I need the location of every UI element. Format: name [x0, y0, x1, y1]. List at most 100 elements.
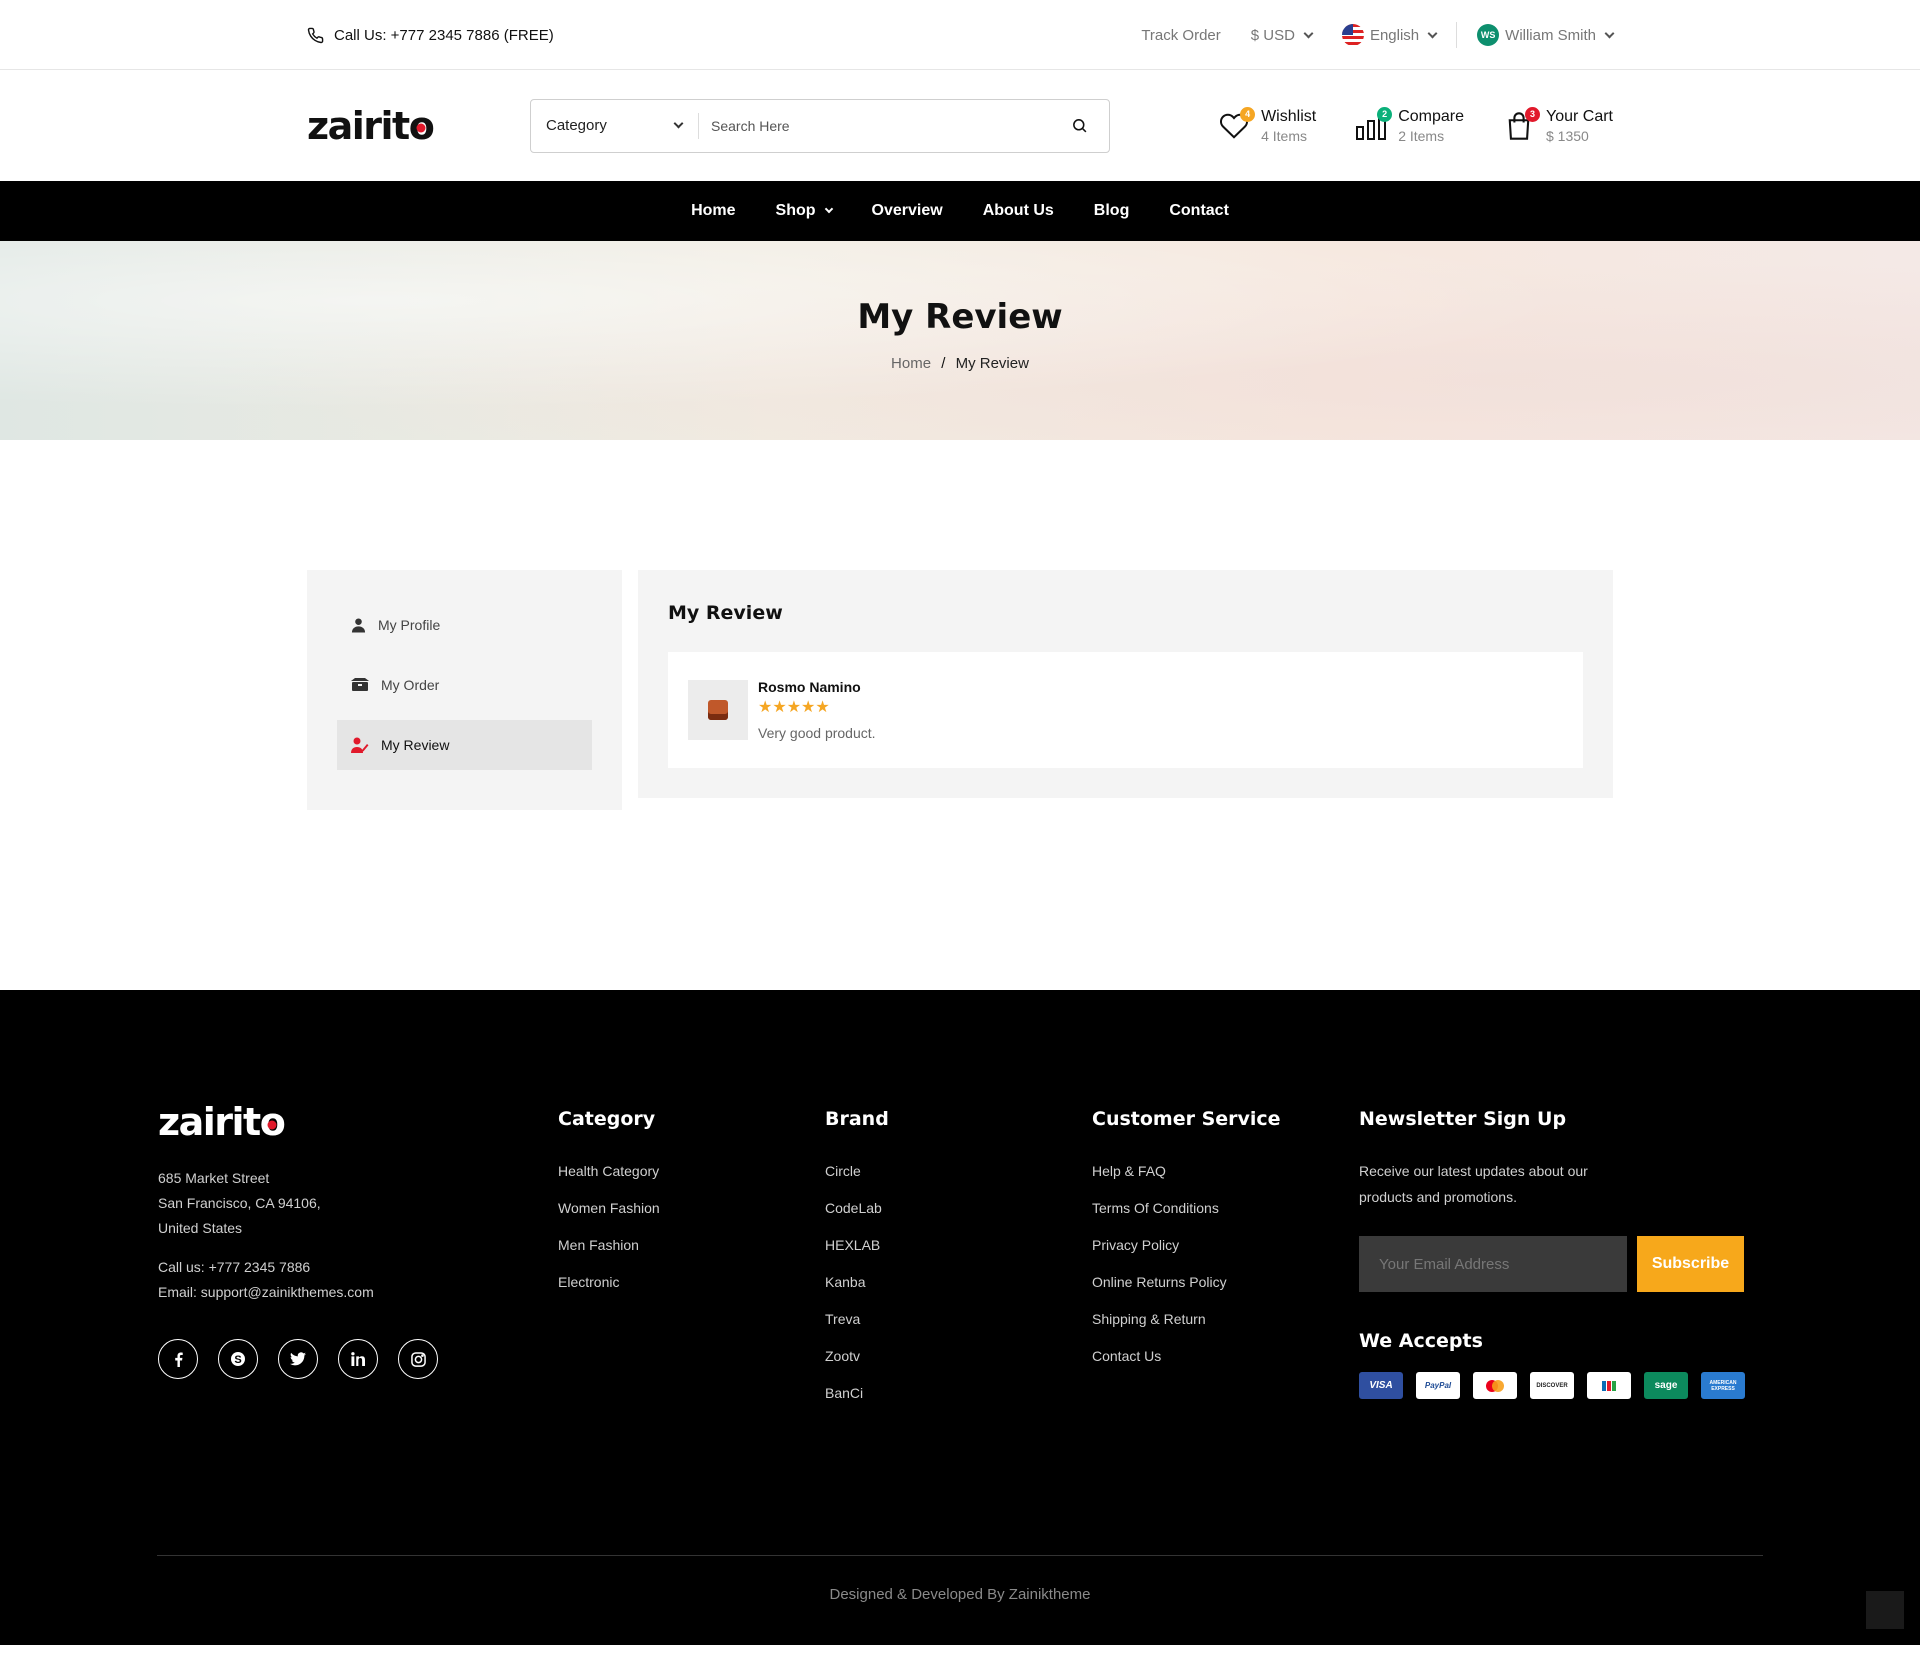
- scroll-to-top-button[interactable]: [1866, 1591, 1904, 1629]
- language-select[interactable]: English: [1341, 24, 1438, 46]
- newsletter-email-input[interactable]: [1359, 1236, 1627, 1292]
- nav-blog[interactable]: Blog: [1094, 202, 1130, 220]
- footer-link[interactable]: Zootv: [825, 1348, 1092, 1364]
- newsletter-title: Newsletter Sign Up: [1359, 1108, 1567, 1130]
- product-thumbnail[interactable]: [688, 680, 748, 740]
- footer-link[interactable]: Terms Of Conditions: [1092, 1200, 1359, 1216]
- footer-link[interactable]: Men Fashion: [558, 1237, 825, 1253]
- footer-divider: [157, 1555, 1763, 1556]
- nav-shop[interactable]: Shop: [775, 202, 833, 220]
- star-rating: ★★★★★: [758, 699, 830, 716]
- review-product-name: Rosmo Namino: [758, 679, 861, 695]
- footer-brand-title: Brand: [825, 1108, 889, 1130]
- footer-link[interactable]: HEXLAB: [825, 1237, 1092, 1253]
- search-button[interactable]: [1049, 117, 1109, 134]
- chevron-down-icon: [1303, 28, 1314, 38]
- svg-text:S: S: [234, 1354, 241, 1366]
- footer-link[interactable]: Women Fashion: [558, 1200, 825, 1216]
- account-sidebar: My Profile My Order My Review: [307, 570, 622, 810]
- cart-total: $ 1350: [1546, 127, 1589, 144]
- sidebar-item-my-profile[interactable]: My Profile: [337, 600, 592, 650]
- review-card: Rosmo Namino ★★★★★ Very good product.: [668, 652, 1583, 768]
- facebook-icon[interactable]: [158, 1339, 198, 1379]
- footer-link[interactable]: Treva: [825, 1311, 1092, 1327]
- newsletter-form: Subscribe: [1359, 1236, 1759, 1292]
- nav-overview[interactable]: Overview: [872, 202, 943, 220]
- footer: zairito 685 Market Street San Francisco,…: [0, 990, 1920, 1645]
- footer-logo[interactable]: zairito: [158, 1100, 558, 1144]
- footer-link[interactable]: Online Returns Policy: [1092, 1274, 1359, 1290]
- nav-contact[interactable]: Contact: [1169, 202, 1229, 220]
- phone-info: Call Us: +777 2345 7886 (FREE): [307, 27, 554, 44]
- avatar: WS: [1477, 24, 1500, 46]
- section-title: My Review: [668, 602, 783, 624]
- footer-link[interactable]: Contact Us: [1092, 1348, 1359, 1364]
- footer-email: Email: support@zainikthemes.com: [158, 1284, 374, 1300]
- footer-link[interactable]: Health Category: [558, 1163, 825, 1179]
- user-menu[interactable]: WS William Smith: [1477, 24, 1615, 46]
- copyright-text: Designed & Developed By Zainiktheme: [829, 1586, 1091, 1603]
- footer-link[interactable]: Electronic: [558, 1274, 825, 1290]
- subscribe-button[interactable]: Subscribe: [1637, 1236, 1744, 1292]
- newsletter-text: Receive our latest updates about our pro…: [1359, 1163, 1588, 1205]
- sidebar-item-my-review[interactable]: My Review: [337, 720, 592, 770]
- visa-card-icon: VISA: [1359, 1372, 1403, 1399]
- product-image: [708, 700, 728, 720]
- divider: [1456, 22, 1458, 48]
- nav-home[interactable]: Home: [691, 202, 735, 220]
- search-category-select[interactable]: Category: [531, 112, 699, 139]
- twitter-icon[interactable]: [278, 1339, 318, 1379]
- phone-icon: [307, 27, 324, 43]
- order-box-icon: [351, 678, 369, 691]
- footer-link[interactable]: BanCi: [825, 1385, 1092, 1401]
- payment-methods: VISA PayPal DISCOVER sage AMERICAN EXPRE…: [1359, 1372, 1759, 1399]
- site-logo[interactable]: zairito: [307, 104, 537, 148]
- wishlist-button[interactable]: 4 Wishlist 4 Items: [1217, 106, 1317, 145]
- compare-count-badge: 2: [1377, 106, 1393, 122]
- cart-label: Your Cart: [1546, 107, 1613, 125]
- footer-link[interactable]: Kanba: [825, 1274, 1092, 1290]
- footer-link[interactable]: Help & FAQ: [1092, 1163, 1359, 1179]
- sidebar-item-label: My Profile: [378, 617, 441, 633]
- sidebar-item-label: My Order: [381, 677, 440, 693]
- main-nav: Home Shop Overview About Us Blog Contact: [0, 181, 1920, 241]
- footer-link[interactable]: Shipping & Return: [1092, 1311, 1359, 1327]
- sage-card-icon: sage: [1644, 1372, 1688, 1399]
- footer-address: 685 Market Street San Francisco, CA 9410…: [158, 1166, 558, 1241]
- chevron-down-icon: [824, 204, 833, 214]
- we-accepts-title: We Accepts: [1359, 1330, 1483, 1352]
- main-content: My Profile My Order My Review My Review …: [0, 440, 1920, 990]
- currency-value: $ USD: [1250, 26, 1295, 44]
- chevron-down-icon: [1427, 28, 1438, 38]
- track-order-link[interactable]: Track Order: [1141, 27, 1220, 44]
- breadcrumb-separator: /: [941, 355, 946, 372]
- search-input[interactable]: [699, 117, 1049, 134]
- footer-link[interactable]: Privacy Policy: [1092, 1237, 1359, 1253]
- instagram-icon[interactable]: [398, 1339, 438, 1379]
- user-icon: [351, 618, 366, 633]
- address-line: San Francisco, CA 94106,: [158, 1195, 321, 1211]
- phone-text: Call Us: +777 2345 7886 (FREE): [334, 26, 554, 44]
- user-name: William Smith: [1505, 26, 1596, 44]
- chevron-down-icon: [673, 118, 684, 129]
- wishlist-count-badge: 4: [1240, 106, 1256, 122]
- page-banner: My Review Home / My Review: [0, 241, 1920, 440]
- compare-button[interactable]: 2 Compare 2 Items: [1354, 106, 1464, 145]
- footer-link[interactable]: CodeLab: [825, 1200, 1092, 1216]
- search-icon: [1072, 119, 1086, 133]
- skype-icon[interactable]: S: [218, 1339, 258, 1379]
- cart-button[interactable]: 3 Your Cart $ 1350: [1502, 106, 1613, 145]
- linkedin-icon[interactable]: [338, 1339, 378, 1379]
- nav-shop-label: Shop: [775, 202, 816, 219]
- social-links: S: [158, 1339, 558, 1379]
- sidebar-item-my-order[interactable]: My Order: [337, 660, 592, 710]
- jcb-card-icon: [1587, 1372, 1631, 1399]
- footer-link[interactable]: Circle: [825, 1163, 1092, 1179]
- amex-card-icon: AMERICAN EXPRESS: [1701, 1372, 1745, 1399]
- breadcrumb-home[interactable]: Home: [891, 355, 931, 372]
- review-user-icon: [351, 737, 369, 753]
- wishlist-label: Wishlist: [1261, 107, 1317, 125]
- currency-select[interactable]: $ USD: [1250, 26, 1314, 44]
- nav-about[interactable]: About Us: [983, 202, 1054, 220]
- sidebar-item-label: My Review: [381, 737, 450, 753]
